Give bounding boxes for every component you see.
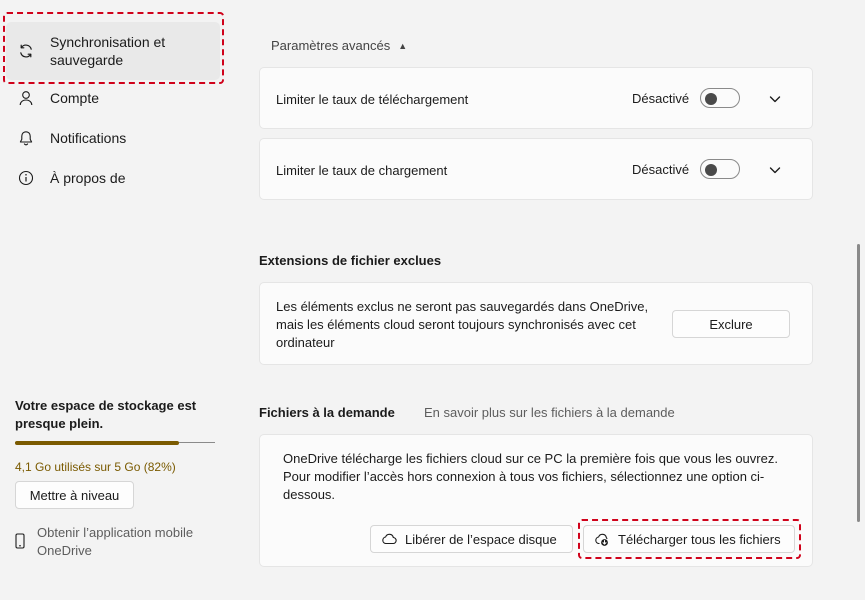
sync-icon	[16, 41, 36, 61]
sidebar-item-account[interactable]: Compte	[6, 86, 220, 110]
exclude-button[interactable]: Exclure	[672, 310, 790, 338]
excluded-extensions-description: Les éléments exclus ne seront pas sauveg…	[276, 299, 649, 350]
advanced-settings-label: Paramètres avancés	[271, 38, 391, 53]
download-rate-state: Désactivé	[632, 91, 690, 106]
sidebar-item-label: Compte	[50, 90, 100, 106]
download-rate-card: Limiter le taux de téléchargement Désact…	[259, 67, 813, 129]
download-all-files-button[interactable]: Télécharger tous les fichiers	[583, 525, 795, 553]
free-up-space-button[interactable]: Libérer de l’espace disque	[370, 525, 573, 553]
sidebar-item-sync-backup[interactable]: Synchronisation et sauvegarde	[6, 22, 220, 80]
mobile-app-link[interactable]: Obtenir l’application mobile OneDrive	[15, 524, 222, 560]
upload-rate-label: Limiter le taux de chargement	[276, 163, 448, 178]
files-on-demand-card: OneDrive télécharge les fichiers cloud s…	[259, 434, 813, 567]
storage-progress-fill	[15, 441, 179, 445]
sidebar-item-label: Notifications	[50, 130, 127, 146]
advanced-settings-toggle[interactable]: Paramètres avancés ▲	[271, 38, 407, 53]
bell-icon	[16, 128, 36, 148]
sidebar-item-label: Synchronisation et sauvegarde	[50, 34, 166, 68]
mobile-app-label: Obtenir l’application mobile OneDrive	[37, 525, 194, 558]
excluded-extensions-heading: Extensions de fichier exclues	[259, 253, 442, 268]
sidebar-item-label: À propos de	[50, 170, 126, 186]
storage-warning-title: Votre espace de stockage est presque ple…	[15, 398, 197, 431]
info-icon	[16, 168, 36, 188]
storage-progress-bar	[15, 441, 215, 445]
person-icon	[16, 88, 36, 108]
upgrade-button[interactable]: Mettre à niveau	[15, 481, 134, 509]
download-rate-label: Limiter le taux de téléchargement	[276, 92, 469, 107]
toggle-knob	[705, 93, 717, 105]
download-all-files-label: Télécharger tous les fichiers	[618, 531, 781, 547]
toggle-knob	[705, 164, 717, 176]
files-on-demand-description: OneDrive télécharge les fichiers cloud s…	[283, 451, 778, 502]
excluded-extensions-card: Les éléments exclus ne seront pas sauveg…	[259, 282, 813, 365]
phone-icon	[15, 533, 29, 551]
files-on-demand-learn-more-link[interactable]: En savoir plus sur les fichiers à la dem…	[424, 405, 675, 420]
upload-rate-toggle[interactable]	[700, 159, 740, 179]
chevron-down-icon[interactable]	[766, 90, 784, 108]
chevron-down-icon[interactable]	[766, 161, 784, 179]
cloud-download-icon	[594, 531, 610, 547]
storage-usage-text: 4,1 Go utilisés sur 5 Go (82%)	[15, 460, 176, 474]
download-rate-toggle[interactable]	[700, 88, 740, 108]
cloud-icon	[381, 531, 397, 547]
files-on-demand-heading: Fichiers à la demande	[259, 405, 395, 420]
free-up-space-label: Libérer de l’espace disque	[405, 531, 557, 547]
sidebar-item-notifications[interactable]: Notifications	[6, 126, 220, 150]
sidebar-item-about[interactable]: À propos de	[6, 166, 220, 190]
upload-rate-state: Désactivé	[632, 162, 690, 177]
caret-up-icon: ▲	[398, 40, 408, 51]
upload-rate-card: Limiter le taux de chargement Désactivé	[259, 138, 813, 200]
vertical-scrollbar[interactable]	[857, 244, 860, 522]
sidebar: Synchronisation et sauvegarde Compte Not…	[0, 0, 240, 600]
